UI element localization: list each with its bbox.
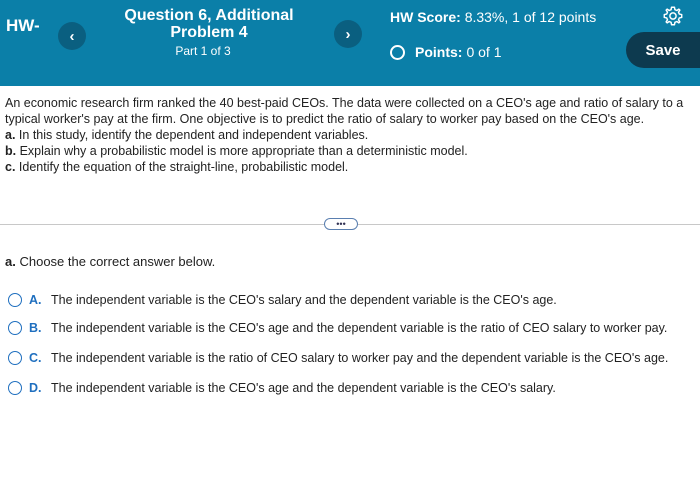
chevron-left-icon: ‹ <box>69 27 75 45</box>
hw-score: HW Score: 8.33%, 1 of 12 points <box>390 8 610 26</box>
part-text: Explain why a probabilistic model is mor… <box>19 144 468 158</box>
question-part: Part 1 of 3 <box>175 44 231 58</box>
top-bar: HW- ‹ Question 6, Additional Problem 4 P… <box>0 0 700 86</box>
radio-button[interactable] <box>8 351 22 365</box>
part-label: b. <box>5 144 17 158</box>
radio-button[interactable] <box>8 381 22 395</box>
hw-label: HW- <box>6 16 40 35</box>
answer-option-a[interactable]: A. The independent variable is the CEO's… <box>8 292 698 308</box>
option-text: The independent variable is the CEO's sa… <box>51 293 557 307</box>
answer-option-d[interactable]: D. The independent variable is the CEO's… <box>8 380 698 396</box>
question-prompt-text: Choose the correct answer below. <box>19 254 216 269</box>
problem-part-a: a. In this study, identify the dependent… <box>5 127 693 143</box>
part-text: In this study, identify the dependent an… <box>18 128 369 142</box>
question-title: Question 6, Additional Problem 4 <box>124 7 294 41</box>
option-text: The independent variable is the CEO's ag… <box>51 321 668 335</box>
save-button[interactable]: Save <box>626 32 700 68</box>
chevron-right-icon: › <box>345 25 351 43</box>
problem-intro: An economic research firm ranked the 40 … <box>5 96 684 126</box>
question-prompt: a. Choose the correct answer below. <box>5 254 215 269</box>
option-letter: C. <box>29 351 42 365</box>
answer-option-c[interactable]: C. The independent variable is the ratio… <box>8 350 698 366</box>
hw-score-label: HW Score: <box>390 9 461 25</box>
option-letter: A. <box>29 293 42 307</box>
points-status: Points: 0 of 1 <box>390 44 501 60</box>
next-question-button[interactable]: › <box>334 20 362 48</box>
hw-score-value: 8.33%, 1 of 12 points <box>464 9 597 25</box>
option-text: The independent variable is the ratio of… <box>51 351 669 365</box>
expand-button[interactable]: ••• <box>324 218 358 230</box>
radio-ring-icon <box>390 44 405 60</box>
radio-button[interactable] <box>8 293 22 307</box>
part-text: Identify the equation of the straight-li… <box>18 160 349 174</box>
previous-question-button[interactable]: ‹ <box>58 22 86 50</box>
part-label: a. <box>5 128 16 142</box>
option-text: The independent variable is the CEO's ag… <box>51 381 556 395</box>
part-label: c. <box>5 160 16 174</box>
problem-statement: An economic research firm ranked the 40 … <box>5 95 693 175</box>
answer-option-b[interactable]: B. The independent variable is the CEO's… <box>8 320 698 336</box>
option-letter: D. <box>29 381 42 395</box>
gear-icon[interactable] <box>662 5 684 27</box>
points-value: 0 of 1 <box>466 44 502 60</box>
radio-button[interactable] <box>8 321 22 335</box>
question-label: a. <box>5 254 16 269</box>
problem-part-c: c. Identify the equation of the straight… <box>5 159 693 175</box>
option-letter: B. <box>29 321 42 335</box>
problem-part-b: b. Explain why a probabilistic model is … <box>5 143 693 159</box>
points-label: Points: <box>415 44 463 60</box>
answer-options: A. The independent variable is the CEO's… <box>8 292 698 396</box>
